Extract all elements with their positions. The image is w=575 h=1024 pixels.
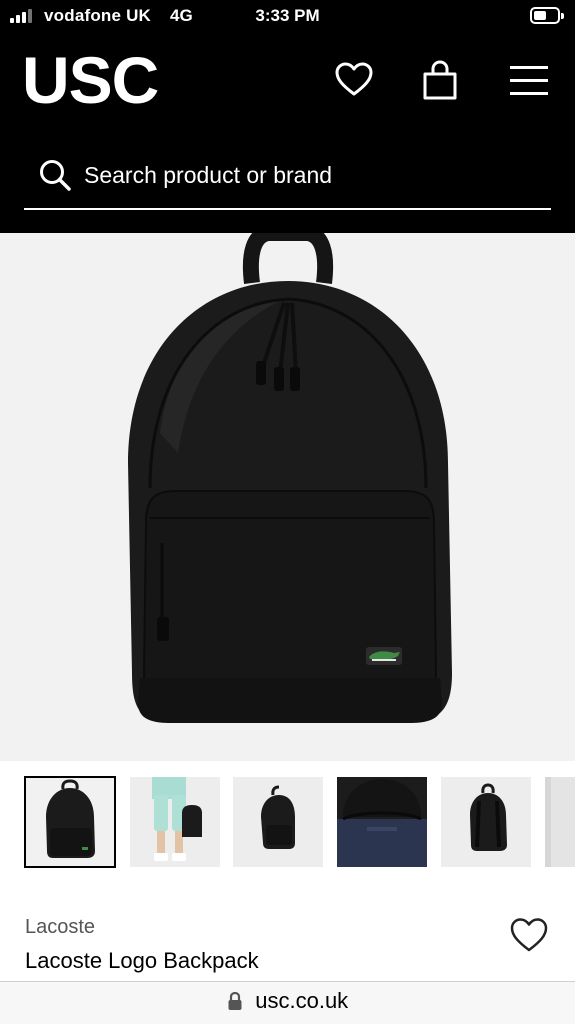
search-bar[interactable] — [24, 150, 551, 210]
url-text[interactable]: usc.co.uk — [255, 988, 348, 1014]
lock-icon — [227, 991, 243, 1011]
status-time: 3:33 PM — [255, 6, 320, 25]
thumbnail-backpack-front[interactable] — [24, 776, 116, 868]
usc-logo[interactable]: USC — [22, 44, 159, 116]
status-bar: vodafone UK 4G 3:33 PM — [0, 0, 575, 34]
thumbnail-backpack-angle[interactable] — [233, 777, 323, 867]
site-header: USC — [0, 34, 575, 233]
hamburger-menu-icon[interactable] — [507, 58, 551, 102]
thumbnail-backpack-back-straps[interactable] — [441, 777, 531, 867]
thumbnail-model-wearing-backpack[interactable] — [130, 777, 220, 867]
shopping-bag-icon[interactable] — [418, 58, 462, 102]
thumbnail-strip[interactable] — [0, 761, 575, 883]
product-main-image[interactable] — [0, 233, 575, 761]
thumbnail-backpack-partial[interactable] — [545, 777, 575, 867]
search-input[interactable] — [84, 154, 544, 196]
heart-icon[interactable] — [332, 58, 376, 102]
search-icon[interactable] — [38, 158, 72, 192]
thumbnail-backpack-open-interior[interactable] — [337, 777, 427, 867]
product-title: Lacoste Logo Backpack — [25, 948, 259, 973]
battery-icon — [530, 7, 564, 24]
wishlist-heart-icon[interactable] — [508, 914, 550, 956]
product-brand[interactable]: Lacoste — [25, 916, 95, 939]
browser-address-bar[interactable]: usc.co.uk — [0, 981, 575, 1024]
